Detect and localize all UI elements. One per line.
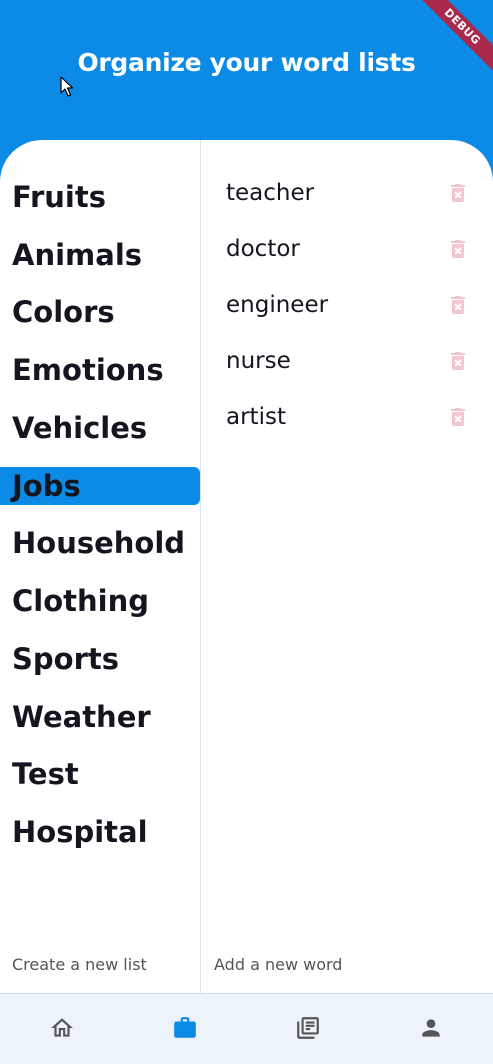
category-item-animals[interactable]: Animals: [0, 236, 200, 274]
nav-tab-home[interactable]: [0, 994, 123, 1064]
word-label: doctor: [226, 236, 300, 262]
word-item: doctor: [201, 229, 493, 269]
category-item-sports[interactable]: Sports: [0, 640, 200, 678]
category-item-fruits[interactable]: Fruits: [0, 178, 200, 216]
category-label: Fruits: [12, 180, 106, 214]
trash-icon[interactable]: [446, 293, 470, 317]
word-label: nurse: [226, 348, 291, 374]
category-item-vehicles[interactable]: Vehicles: [0, 409, 200, 447]
nav-tab-library[interactable]: [246, 994, 369, 1064]
trash-icon[interactable]: [446, 349, 470, 373]
home-icon: [51, 1018, 73, 1037]
category-item-colors[interactable]: Colors: [0, 293, 200, 331]
add-word-button[interactable]: Add a new word: [214, 955, 342, 974]
create-list-button[interactable]: Create a new list: [12, 955, 147, 974]
category-label: Jobs: [12, 469, 81, 503]
category-item-weather[interactable]: Weather: [0, 698, 200, 736]
category-item-test[interactable]: Test: [0, 755, 200, 793]
category-label: Animals: [12, 238, 143, 272]
library-icon: [297, 1017, 319, 1039]
word-item: teacher: [201, 173, 493, 213]
nav-tab-lists[interactable]: [123, 994, 246, 1064]
trash-icon[interactable]: [446, 181, 470, 205]
trash-icon[interactable]: [446, 405, 470, 429]
category-label: Weather: [12, 700, 151, 734]
mouse-cursor-icon: [60, 76, 74, 97]
category-item-household[interactable]: Household: [0, 524, 200, 562]
debug-banner: DEBUG: [393, 0, 493, 100]
category-item-jobs[interactable]: Jobs: [0, 467, 200, 505]
word-item: nurse: [201, 341, 493, 381]
briefcase-icon: [174, 1017, 196, 1038]
main-panel: Fruits Animals Colors Emotions Vehicles …: [0, 140, 493, 993]
nav-tab-profile[interactable]: [369, 994, 492, 1064]
word-label: artist: [226, 404, 286, 430]
category-label: Emotions: [12, 353, 164, 387]
category-label: Hospital: [12, 815, 148, 849]
category-label: Clothing: [12, 584, 149, 618]
category-label: Test: [12, 757, 79, 791]
bottom-nav: [0, 993, 493, 1064]
category-item-emotions[interactable]: Emotions: [0, 351, 200, 389]
category-label: Colors: [12, 295, 115, 329]
category-item-hospital[interactable]: Hospital: [0, 813, 200, 851]
word-item: artist: [201, 397, 493, 437]
trash-icon[interactable]: [446, 237, 470, 261]
word-label: engineer: [226, 292, 329, 318]
category-label: Sports: [12, 642, 119, 676]
word-label: teacher: [226, 180, 315, 206]
word-item: engineer: [201, 285, 493, 325]
category-label: Vehicles: [12, 411, 148, 445]
person-icon: [422, 1019, 440, 1037]
category-label: Household: [12, 526, 186, 560]
debug-label: DEBUG: [409, 0, 493, 80]
category-item-clothing[interactable]: Clothing: [0, 582, 200, 620]
